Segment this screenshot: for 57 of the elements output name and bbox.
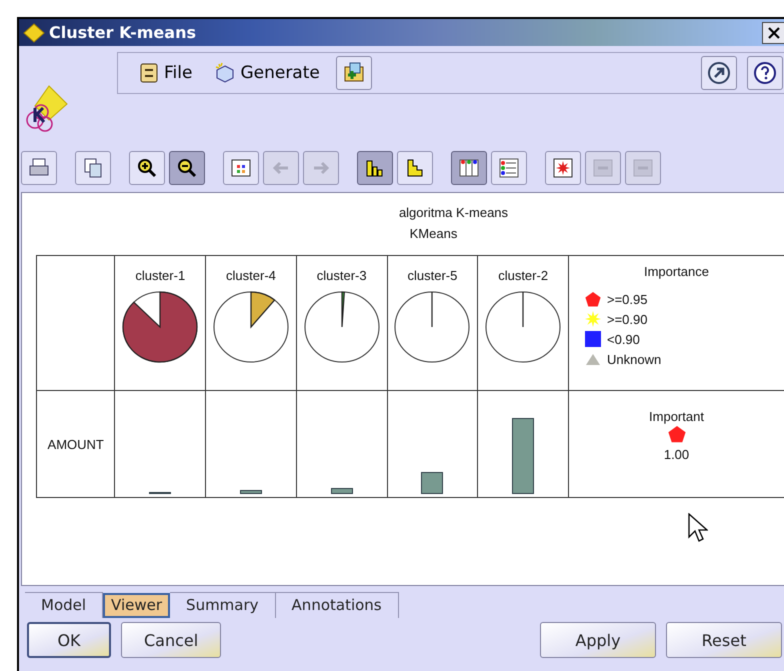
cluster-name: cluster-5 xyxy=(406,268,458,283)
bar xyxy=(240,490,262,494)
close-icon xyxy=(768,26,780,38)
legend-title: Importance xyxy=(642,264,710,279)
menu-item[interactable]: Generate xyxy=(208,60,326,86)
legend-label: >=0.95 xyxy=(607,292,648,306)
cluster-name: cluster-4 xyxy=(225,268,277,283)
help-icon xyxy=(753,61,777,85)
menu-item[interactable]: File xyxy=(132,60,198,86)
diamond-icon xyxy=(23,22,45,42)
bar xyxy=(330,488,353,494)
chart-subtitle: KMeans xyxy=(408,226,458,241)
legend-label: <0.90 xyxy=(607,332,640,346)
export-button[interactable] xyxy=(336,56,372,90)
arrow-circle-icon xyxy=(707,61,731,85)
zoom-in-button[interactable] xyxy=(129,151,165,185)
hexagon-icon xyxy=(214,62,236,84)
dialog-button[interactable]: Cancel xyxy=(121,622,222,658)
zoom-out-icon xyxy=(176,157,198,179)
zoom-out-button[interactable] xyxy=(169,151,205,185)
tab[interactable]: Viewer xyxy=(103,593,170,618)
dialog-button[interactable]: Apply xyxy=(540,622,656,658)
copy-button[interactable] xyxy=(75,151,111,185)
bar xyxy=(421,472,444,494)
legend-label: Unknown xyxy=(607,352,662,366)
importance-value: 1.00 xyxy=(662,447,690,462)
cluster-name: cluster-2 xyxy=(497,268,550,283)
help-button[interactable] xyxy=(747,56,783,90)
tab[interactable]: Annotations xyxy=(276,592,399,618)
importance-label: Important xyxy=(648,409,705,424)
table-button[interactable] xyxy=(223,151,259,185)
list-icon xyxy=(498,157,520,179)
dialog-button[interactable]: OK xyxy=(27,622,111,658)
window-title: Cluster K-means xyxy=(49,23,196,42)
mouse-pointer-icon xyxy=(688,513,708,543)
dialog-button[interactable]: Reset xyxy=(666,622,782,658)
columns-button[interactable] xyxy=(451,151,487,185)
star-button[interactable] xyxy=(545,151,581,185)
legend-label: >=0.90 xyxy=(607,312,648,326)
zoom-in-icon xyxy=(136,157,158,179)
field-name: AMOUNT xyxy=(48,436,104,452)
tab[interactable]: Model xyxy=(25,592,104,618)
columns-icon xyxy=(458,157,480,179)
list-button[interactable] xyxy=(491,151,527,185)
cluster-name: cluster-3 xyxy=(316,268,368,283)
pentagon-icon xyxy=(666,424,688,444)
cluster-name: cluster-1 xyxy=(134,268,186,283)
bars-button[interactable] xyxy=(357,151,393,185)
steps-button[interactable] xyxy=(397,151,433,185)
chart-title: algoritma K-means xyxy=(398,205,510,220)
copy-icon xyxy=(82,157,104,179)
close-button[interactable] xyxy=(762,22,784,44)
print-button[interactable] xyxy=(21,151,57,185)
table-icon xyxy=(230,157,252,179)
navigate-button[interactable] xyxy=(701,56,737,90)
cabinet-icon xyxy=(138,62,160,84)
tab[interactable]: Summary xyxy=(170,592,276,618)
